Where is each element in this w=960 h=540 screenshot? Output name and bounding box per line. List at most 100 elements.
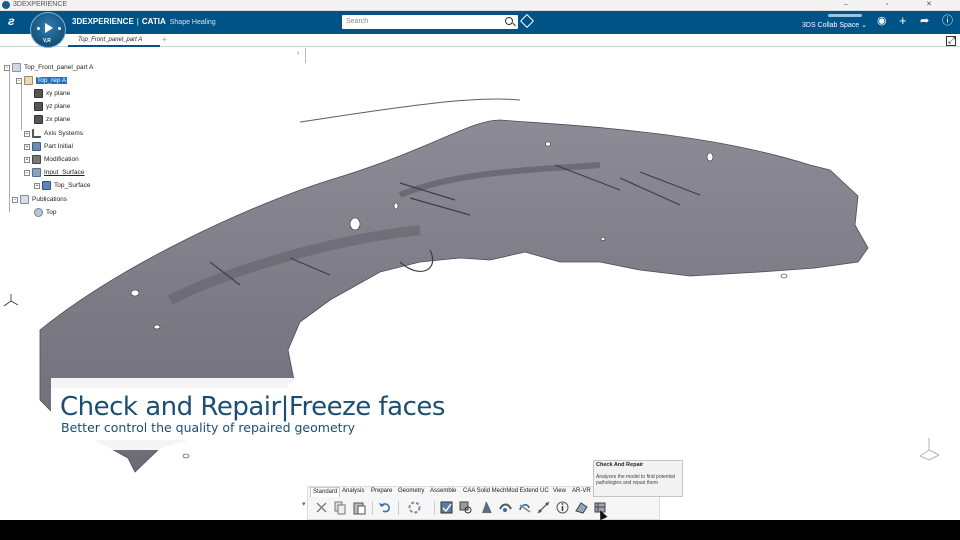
separator bbox=[372, 501, 373, 515]
help-icon[interactable]: ⓘ bbox=[942, 16, 953, 27]
search-icon[interactable] bbox=[505, 17, 513, 25]
collab-space-selector[interactable]: 3DS Collab Space ⌄ bbox=[802, 21, 867, 29]
search-field[interactable]: Search bbox=[342, 15, 518, 29]
tree-node-modification[interactable]: + Modification bbox=[24, 155, 79, 165]
separator bbox=[434, 501, 435, 515]
plane-label: xy plane bbox=[46, 90, 71, 97]
expand-icon[interactable]: + bbox=[24, 143, 30, 150]
tree-item-label: Part Initial bbox=[44, 143, 73, 150]
tree-item-label: Top bbox=[46, 209, 57, 216]
collapse-icon[interactable]: − bbox=[16, 77, 22, 84]
module-name: Shape Healing bbox=[169, 19, 216, 26]
tree-node-plane[interactable]: yz plane bbox=[34, 102, 70, 112]
axis-system-icon bbox=[32, 129, 41, 138]
modification-icon bbox=[32, 155, 41, 164]
tree-node-rep[interactable]: − Top_rep A bbox=[16, 76, 68, 86]
app-title: 3DEXPERIENCE | CATIA Shape Healing bbox=[72, 17, 216, 26]
expand-icon[interactable]: + bbox=[24, 130, 30, 137]
tab-ar-vr[interactable]: AR-VR bbox=[570, 487, 593, 497]
collapse-tree-icon[interactable]: ‹ bbox=[297, 50, 299, 57]
tree-root[interactable]: − Top_Front_panel_part A bbox=[4, 63, 93, 73]
search-placeholder: Search bbox=[346, 18, 369, 25]
tag-icon[interactable] bbox=[519, 13, 535, 29]
tab-view[interactable]: View bbox=[551, 487, 568, 497]
ds-logo-icon[interactable]: ƨ bbox=[8, 14, 15, 28]
action-bar-scroll-icon[interactable]: ▾ bbox=[302, 500, 306, 508]
analysis-icon[interactable] bbox=[479, 500, 494, 515]
tree-node-plane[interactable]: xy plane bbox=[34, 89, 70, 99]
expand-icon[interactable]: + bbox=[24, 156, 30, 163]
document-tab-bar: Top_Front_panel_part A + bbox=[0, 34, 960, 47]
product-name: CATIA bbox=[141, 17, 166, 26]
compass-dot bbox=[37, 27, 40, 30]
tree-node-publication-top[interactable]: Top bbox=[34, 208, 56, 218]
tab-analysis[interactable]: Analysis bbox=[340, 487, 366, 497]
cut-icon[interactable] bbox=[314, 500, 329, 515]
compass-widget[interactable]: V,R bbox=[30, 12, 66, 48]
add-icon[interactable]: + bbox=[899, 14, 907, 27]
info-icon[interactable] bbox=[555, 500, 570, 515]
tree-rep-label: Top_rep A bbox=[36, 77, 68, 84]
inspect-icon[interactable] bbox=[458, 500, 473, 515]
undo-icon[interactable] bbox=[377, 500, 392, 515]
fullscreen-icon[interactable] bbox=[946, 35, 956, 46]
play-icon[interactable] bbox=[45, 23, 53, 33]
add-tab-icon[interactable]: + bbox=[162, 35, 167, 44]
geometrical-set-icon bbox=[32, 168, 41, 177]
expand-icon[interactable]: + bbox=[34, 182, 40, 189]
user-profile-icon[interactable]: ◉ bbox=[877, 16, 887, 27]
collab-space-label: 3DS Collab Space bbox=[802, 22, 860, 29]
os-window-title: 3DEXPERIENCE bbox=[13, 1, 68, 8]
tab-top-front-panel[interactable]: Top_Front_panel_part A bbox=[68, 34, 160, 47]
curve-icon[interactable] bbox=[536, 500, 551, 515]
panel-divider[interactable] bbox=[305, 48, 306, 63]
plane-icon bbox=[34, 89, 43, 98]
robot-compass-icon[interactable] bbox=[914, 434, 944, 464]
app-top-bar: ƨ 3DEXPERIENCE | CATIA Shape Healing Search… bbox=[0, 11, 960, 34]
collab-progress-bar bbox=[828, 14, 862, 17]
tree-item-label: Modification bbox=[44, 156, 79, 163]
geometrical-set-icon bbox=[32, 142, 41, 151]
axis-triad-icon bbox=[3, 294, 19, 307]
tree-item-label: Axis Systems bbox=[44, 130, 84, 137]
tree-node-part-initial[interactable]: + Part Initial bbox=[24, 142, 73, 152]
plane-label: zx plane bbox=[46, 116, 71, 123]
share-icon[interactable]: ➦ bbox=[920, 16, 929, 27]
surface-icon[interactable] bbox=[574, 500, 589, 515]
copy-icon[interactable] bbox=[332, 500, 347, 515]
tab-geometry[interactable]: Geometry bbox=[396, 487, 426, 497]
overlay-title: Check and Repair|Freeze faces bbox=[60, 392, 445, 422]
plane-icon bbox=[34, 115, 43, 124]
collapse-icon[interactable]: − bbox=[12, 196, 18, 203]
tab-assemble[interactable]: Assemble bbox=[428, 487, 458, 497]
tree-node-plane[interactable]: zx plane bbox=[34, 115, 70, 125]
update-icon[interactable] bbox=[407, 500, 422, 515]
representation-icon bbox=[24, 76, 33, 85]
paste-icon[interactable] bbox=[352, 500, 367, 515]
tree-node-input-surface[interactable]: − Input_Surface bbox=[24, 168, 84, 178]
compass-vr-label: V,R bbox=[43, 38, 51, 44]
tree-node-top-surface[interactable]: + Top_Surface bbox=[34, 181, 91, 191]
tab-caa-solid[interactable]: CAA Solid MechMod Extend UC bbox=[461, 487, 551, 497]
tree-line bbox=[9, 71, 10, 212]
plane-label: yz plane bbox=[46, 103, 71, 110]
collapse-icon[interactable]: − bbox=[4, 64, 10, 71]
tree-node-axis-systems[interactable]: + Axis Systems bbox=[24, 129, 83, 139]
compass-dot bbox=[58, 27, 61, 30]
tree-item-label: Publications bbox=[32, 196, 68, 203]
tree-node-publications[interactable]: − Publications bbox=[12, 195, 67, 205]
3d-part-model[interactable] bbox=[0, 0, 960, 540]
tab-prepare[interactable]: Prepare bbox=[369, 487, 394, 497]
publication-icon bbox=[34, 208, 43, 217]
heal-icon[interactable] bbox=[498, 500, 513, 515]
part-icon bbox=[12, 63, 21, 72]
window-controls[interactable]: – ▫ ✕ bbox=[844, 0, 950, 8]
tree-root-label: Top_Front_panel_part A bbox=[24, 64, 94, 71]
refresh-icon[interactable] bbox=[517, 500, 532, 515]
collapse-icon[interactable]: − bbox=[24, 169, 30, 176]
tab-standard[interactable]: Standard bbox=[310, 487, 341, 497]
overlay-subtitle: Better control the quality of repaired g… bbox=[61, 420, 356, 435]
check-icon[interactable] bbox=[439, 500, 454, 515]
plane-icon bbox=[34, 102, 43, 111]
tree-line bbox=[21, 84, 22, 130]
